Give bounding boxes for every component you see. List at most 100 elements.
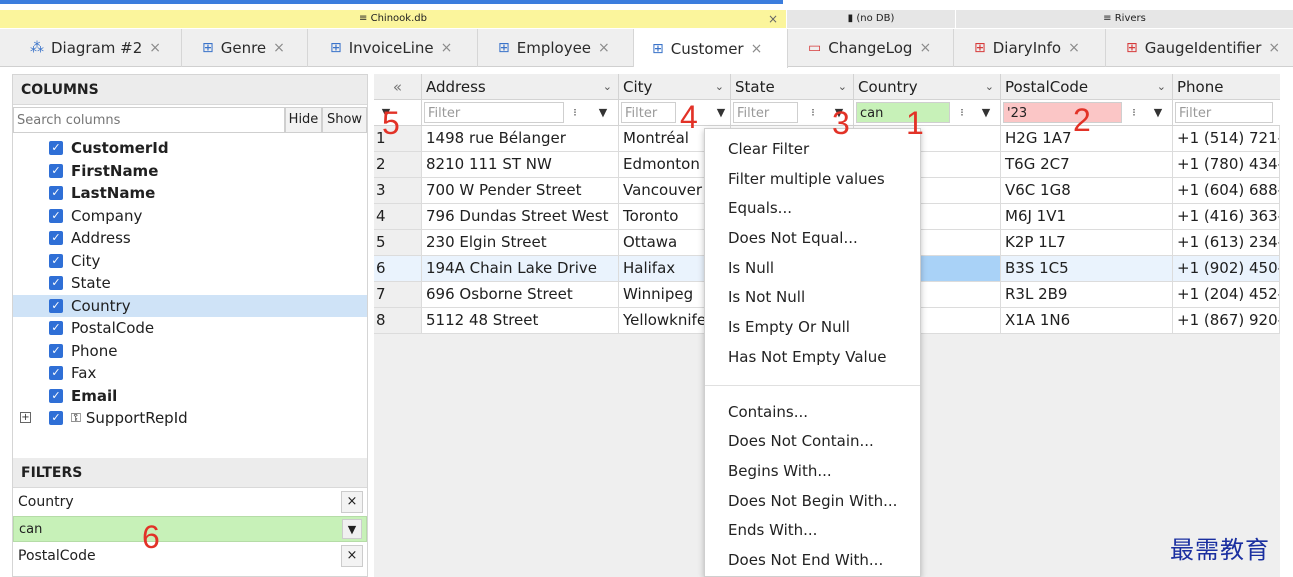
tab-employee[interactable]: ⊞ Employee × [478, 29, 634, 67]
menu-dots-icon[interactable]: ⁝ [954, 103, 970, 123]
column-item-company[interactable]: ✓ Company [13, 205, 367, 228]
column-item-city[interactable]: ✓ City [13, 250, 367, 273]
cell-phone[interactable]: +1 (204) 452- [1173, 282, 1280, 308]
checkbox-icon[interactable]: ✓ [49, 163, 63, 178]
cell-postalcode[interactable]: V6C 1G8 [1001, 178, 1173, 204]
header-phone[interactable]: Phone [1173, 74, 1280, 100]
cell-postalcode[interactable]: B3S 1C5 [1001, 256, 1173, 282]
column-item-postalcode[interactable]: ✓ PostalCode [13, 317, 367, 340]
tab-gaugeidentifier[interactable]: ⊞ GaugeIdentifier × [1106, 29, 1293, 67]
cell-address[interactable]: 230 Elgin Street [422, 230, 619, 256]
cell-address[interactable]: 194A Chain Lake Drive [422, 256, 619, 282]
menu-item-not-contain[interactable]: Does Not Contain... [705, 427, 920, 457]
checkbox-icon[interactable]: ✓ [49, 366, 63, 381]
menu-dots-icon[interactable]: ⁝ [567, 103, 583, 123]
db-group-no-db[interactable]: ▮ (no DB) [787, 10, 955, 28]
column-item-fax[interactable]: ✓ Fax [13, 362, 367, 385]
filter-icon[interactable]: ▼ [978, 103, 994, 123]
cell-address[interactable]: 5112 48 Street [422, 308, 619, 334]
filter-input-address[interactable]: Filter [424, 102, 564, 123]
checkbox-icon[interactable]: ✓ [49, 411, 63, 426]
column-item-state[interactable]: ✓ State [13, 272, 367, 295]
menu-item-not-end-with[interactable]: Does Not End With... [705, 546, 920, 576]
column-item-email[interactable]: ✓ Email [13, 385, 367, 408]
remove-filter-button[interactable]: × [341, 491, 363, 513]
menu-item-equals[interactable]: Equals... [705, 194, 920, 224]
checkbox-icon[interactable]: ✓ [49, 321, 63, 336]
header-country[interactable]: Country ⌄ [854, 74, 1001, 100]
menu-item-contains[interactable]: Contains... [705, 398, 920, 428]
close-icon[interactable]: × [441, 40, 453, 56]
close-icon[interactable]: × [598, 40, 610, 56]
column-item-lastname[interactable]: ✓ LastName [13, 182, 367, 205]
filter-input-postalcode[interactable]: '23 [1003, 102, 1122, 123]
menu-item-not-begin-with[interactable]: Does Not Begin With... [705, 487, 920, 517]
close-icon[interactable]: × [751, 41, 763, 57]
cell-address[interactable]: 696 Osborne Street [422, 282, 619, 308]
filter-input-phone[interactable]: Filter [1175, 102, 1273, 123]
column-item-customerid[interactable]: ✓ CustomerId [13, 137, 367, 160]
checkbox-icon[interactable]: ✓ [49, 343, 63, 358]
chevron-down-icon[interactable]: ⌄ [838, 74, 847, 99]
filter-input-state[interactable]: Filter [733, 102, 798, 123]
cell-phone[interactable]: +1 (780) 434- [1173, 152, 1280, 178]
cell-phone[interactable]: +1 (514) 721- [1173, 126, 1280, 152]
column-item-address[interactable]: ✓ Address [13, 227, 367, 250]
filter-input-city[interactable]: Filter [621, 102, 676, 123]
show-button[interactable]: Show [322, 107, 367, 133]
header-city[interactable]: City ⌄ [619, 74, 731, 100]
checkbox-icon[interactable]: ✓ [49, 186, 63, 201]
collapse-panel-button[interactable]: « [374, 74, 422, 100]
chevron-down-icon[interactable]: ⌄ [1157, 74, 1166, 99]
tab-invoiceline[interactable]: ⊞ InvoiceLine × [308, 29, 478, 67]
checkbox-icon[interactable]: ✓ [49, 276, 63, 291]
checkbox-icon[interactable]: ✓ [49, 253, 63, 268]
menu-item-is-not-null[interactable]: Is Not Null [705, 283, 920, 313]
header-postalcode[interactable]: PostalCode ⌄ [1001, 74, 1173, 100]
chevron-down-icon[interactable]: ⌄ [603, 74, 612, 99]
menu-item-ends-with[interactable]: Ends With... [705, 516, 920, 546]
remove-filter-button[interactable]: × [341, 545, 363, 567]
menu-dots-icon[interactable]: ⁝ [1126, 103, 1142, 123]
column-item-supportrepid[interactable]: + ✓ ⚿ SupportRepId [13, 407, 367, 430]
cell-address[interactable]: 1498 rue Bélanger [422, 126, 619, 152]
menu-item-not-empty[interactable]: Has Not Empty Value [705, 343, 920, 373]
menu-item-clear-filter[interactable]: Clear Filter [705, 135, 920, 165]
cell-postalcode[interactable]: X1A 1N6 [1001, 308, 1173, 334]
tab-diagram-2[interactable]: ⁂ Diagram #2 × [0, 29, 182, 67]
checkbox-icon[interactable]: ✓ [49, 208, 63, 223]
close-icon[interactable]: × [919, 40, 931, 56]
cell-postalcode[interactable]: T6G 2C7 [1001, 152, 1173, 178]
checkbox-icon[interactable]: ✓ [49, 231, 63, 246]
menu-item-is-null[interactable]: Is Null [705, 254, 920, 284]
search-columns-input[interactable] [13, 107, 285, 133]
tab-genre[interactable]: ⊞ Genre × [182, 29, 308, 67]
db-group-chinook[interactable]: ≡ Chinook.db × [0, 10, 786, 28]
cell-postalcode[interactable]: K2P 1L7 [1001, 230, 1173, 256]
tab-changelog[interactable]: ▭ ChangeLog × [788, 29, 954, 67]
filter-icon[interactable]: ▼ [1150, 103, 1166, 123]
cell-phone[interactable]: +1 (613) 234- [1173, 230, 1280, 256]
column-item-country[interactable]: ✓ Country [13, 294, 367, 317]
menu-item-begins-with[interactable]: Begins With... [705, 457, 920, 487]
close-icon[interactable]: × [149, 40, 161, 56]
filter-value-country[interactable]: can ▼ [13, 516, 367, 542]
close-icon[interactable]: × [1068, 40, 1080, 56]
db-group-rivers[interactable]: ≡ Rivers [956, 10, 1293, 28]
cell-phone[interactable]: +1 (604) 688- [1173, 178, 1280, 204]
tab-diaryinfo[interactable]: ⊞ DiaryInfo × [954, 29, 1106, 67]
close-icon[interactable]: × [273, 40, 285, 56]
checkbox-icon[interactable]: ✓ [49, 141, 63, 156]
column-item-phone[interactable]: ✓ Phone [13, 340, 367, 363]
chevron-down-icon[interactable]: ⌄ [985, 74, 994, 99]
expand-icon[interactable]: + [20, 412, 31, 423]
filter-icon[interactable]: ▼ [595, 103, 611, 123]
checkbox-icon[interactable]: ✓ [49, 388, 63, 403]
filter-input-country[interactable]: can [856, 102, 950, 123]
chevron-down-icon[interactable]: ⌄ [715, 74, 724, 99]
tab-customer[interactable]: ⊞ Customer × [634, 29, 788, 68]
filter-icon[interactable]: ▼ [713, 103, 729, 123]
menu-item-empty-or-null[interactable]: Is Empty Or Null [705, 313, 920, 343]
cell-phone[interactable]: +1 (902) 450- [1173, 256, 1280, 282]
close-icon[interactable]: × [1268, 40, 1280, 56]
